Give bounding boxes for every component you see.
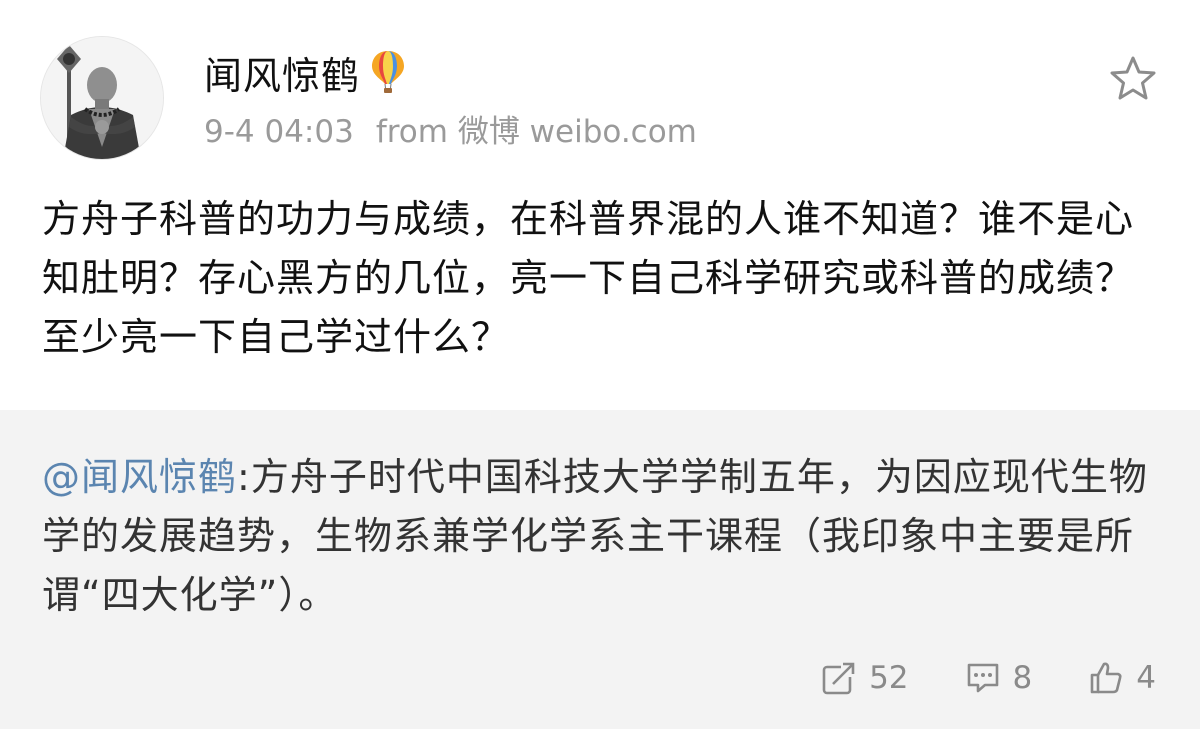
comment-icon (967, 663, 998, 693)
post-timestamp: 9-4 04:03 (204, 114, 354, 150)
hot-air-balloon-icon (370, 49, 406, 95)
repost-mention-link[interactable]: @闻风惊鹤 (42, 455, 237, 499)
post-source: from 微博 weibo.com (375, 114, 697, 150)
repost-count: 52 (869, 660, 909, 696)
like-count: 4 (1136, 660, 1156, 696)
username-row: 闻风惊鹤 (204, 46, 406, 98)
repost-button[interactable]: 52 (821, 660, 909, 696)
post-meta: 9-4 04:03 from 微博 weibo.com (204, 106, 697, 151)
action-bar: 52 8 4 (765, 656, 1156, 700)
comment-button[interactable]: 8 (965, 660, 1033, 696)
avatar-image (41, 37, 163, 159)
star-icon[interactable] (1108, 54, 1158, 102)
comment-count: 8 (1012, 660, 1033, 696)
weibo-post-card: 闻风惊鹤 9-4 04:03 from 微博 weibo.com 方舟子科普的功力… (0, 0, 1200, 729)
share-icon (822, 661, 858, 695)
like-button[interactable]: 4 (1088, 660, 1156, 696)
post-text: 方舟子科普的功力与成绩，在科普界混的人谁不知道？谁不是心知肚明？存心黑方的几位，… (42, 197, 1135, 359)
repost-box[interactable]: @闻风惊鹤:方舟子时代中国科技大学学制五年，为因应现代生物学的发展趋势，生物系兼… (0, 410, 1200, 729)
user-avatar[interactable] (40, 36, 164, 160)
repost-content: @闻风惊鹤:方舟子时代中国科技大学学制五年，为因应现代生物学的发展趋势，生物系兼… (42, 448, 1162, 625)
username[interactable]: 闻风惊鹤 (204, 45, 360, 100)
thumbs-up-icon (1090, 662, 1122, 694)
